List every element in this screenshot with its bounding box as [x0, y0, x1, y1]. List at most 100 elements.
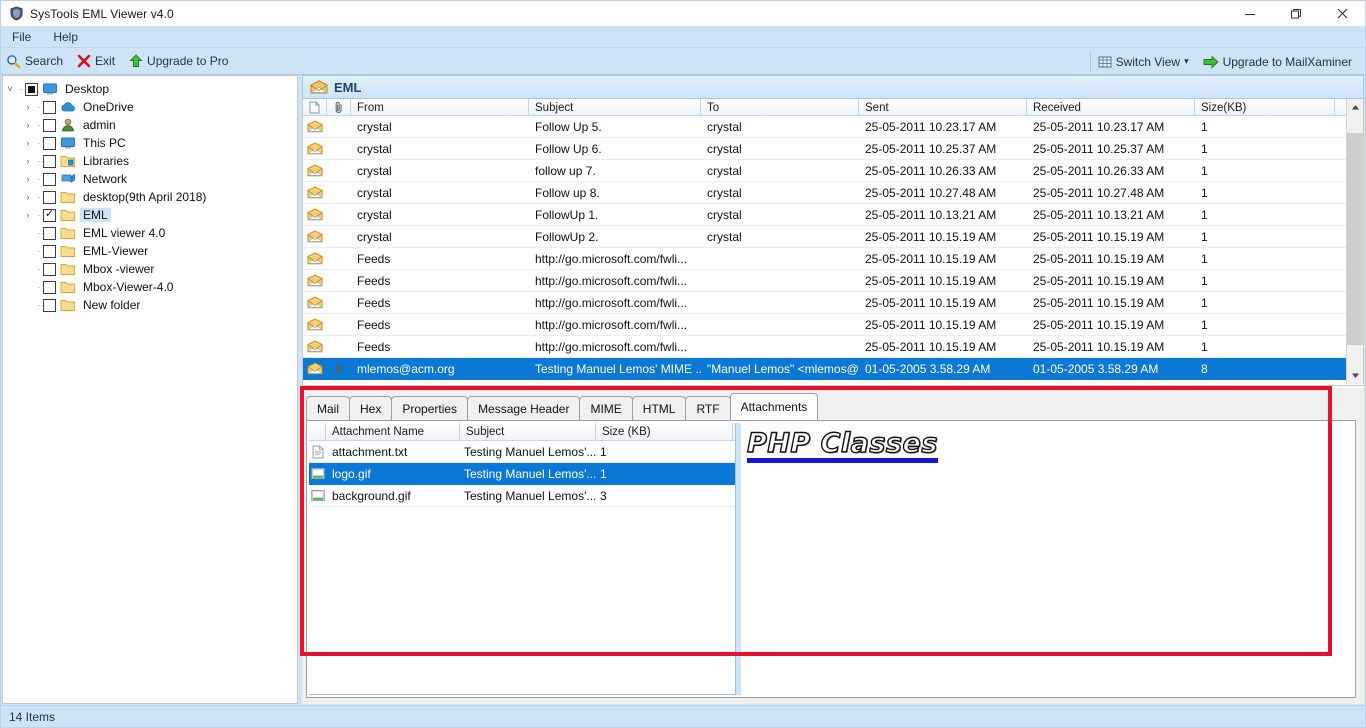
- attachment-column-header-size[interactable]: Size (KB): [596, 423, 733, 440]
- message-list[interactable]: From Subject To Sent Received Size(KB) c…: [302, 99, 1364, 386]
- checkbox-partial[interactable]: [25, 82, 38, 96]
- message-row[interactable]: crystal Follow Up 6. crystal 25-05-2011 10.…: [303, 138, 1363, 160]
- message-row[interactable]: Feeds http://go.microsoft.com/fwli... 25-0…: [303, 270, 1363, 292]
- sidebar-item-eml-viewer-4-0[interactable]: · EML viewer 4.0: [3, 224, 297, 242]
- envelope-icon: [303, 340, 327, 353]
- column-header-subject[interactable]: Subject: [529, 99, 701, 115]
- checkbox-unchecked[interactable]: [43, 226, 56, 240]
- expander-icon[interactable]: ›: [21, 135, 35, 151]
- tree-connector: ·: [37, 264, 41, 274]
- expander-icon[interactable]: ›: [21, 171, 35, 187]
- expander-icon[interactable]: ›: [21, 207, 35, 223]
- message-row[interactable]: crystal Follow Up 5. crystal 25-05-2011 10.…: [303, 116, 1363, 138]
- checkbox-unchecked[interactable]: [43, 280, 56, 294]
- checkbox-unchecked[interactable]: [43, 262, 56, 276]
- tab-label: HTML: [642, 401, 676, 416]
- message-row[interactable]: Feeds http://go.microsoft.com/fwli... 25-0…: [303, 314, 1363, 336]
- column-header-received[interactable]: Received: [1027, 99, 1195, 115]
- message-cell-sent: 25-05-2011 10.25.37 AM: [865, 141, 997, 156]
- checkbox-unchecked[interactable]: [43, 154, 56, 168]
- attachment-column-header-subject[interactable]: Subject: [460, 423, 596, 440]
- expander-icon[interactable]: ›: [21, 189, 35, 205]
- attachment-list[interactable]: Attachment Name Subject Size (KB) attach…: [309, 423, 736, 695]
- message-row[interactable]: crystal FollowUp 2. crystal 25-05-2011 10.1…: [303, 226, 1363, 248]
- message-row[interactable]: mlemos@acm.org Testing Manuel Lemos' MIME…: [303, 358, 1363, 380]
- sidebar-item-eml-viewer[interactable]: · EML-Viewer: [3, 242, 297, 260]
- message-row[interactable]: Feeds http://go.microsoft.com/fwli... 25-0…: [303, 248, 1363, 270]
- attachment-cell-size: 1: [600, 466, 607, 481]
- maximize-button[interactable]: [1273, 1, 1319, 26]
- sidebar-item-admin[interactable]: › · admin: [3, 116, 297, 134]
- sidebar-item-mbox-viewer[interactable]: · Mbox -viewer: [3, 260, 297, 278]
- exit-button[interactable]: Exit: [72, 49, 124, 73]
- menu-item-help[interactable]: Help: [42, 28, 89, 46]
- expander-icon[interactable]: ›: [21, 153, 35, 169]
- checkbox-unchecked[interactable]: [43, 190, 56, 204]
- sidebar-item-eml[interactable]: › · ✓ EML: [3, 206, 297, 224]
- sidebar-item-label: Mbox -viewer: [83, 262, 155, 276]
- checkbox-unchecked[interactable]: [43, 298, 56, 312]
- green-right-arrow-icon: [1203, 54, 1219, 69]
- checkbox-unchecked[interactable]: [43, 100, 56, 114]
- upgrade-to-pro-button[interactable]: Upgrade to Pro: [124, 49, 237, 73]
- attachment-row[interactable]: background.gif Testing Manuel Lemos'... 3: [309, 485, 735, 507]
- column-header-to[interactable]: To: [701, 99, 859, 115]
- expander-icon[interactable]: ›: [21, 117, 35, 133]
- attachment-row[interactable]: attachment.txt Testing Manuel Lemos'... 1: [309, 441, 735, 463]
- sidebar-item-network[interactable]: › · Network: [3, 170, 297, 188]
- message-list-scrollbar[interactable]: [1346, 99, 1363, 384]
- checkbox-unchecked[interactable]: [43, 136, 56, 150]
- column-header-size[interactable]: Size(KB): [1195, 99, 1335, 115]
- minimize-button[interactable]: [1227, 1, 1273, 26]
- checkbox-unchecked[interactable]: [43, 244, 56, 258]
- envelope-icon: [303, 164, 327, 177]
- sidebar-item-desktop-9th-april-2018[interactable]: › · desktop(9th April 2018): [3, 188, 297, 206]
- chevron-down-icon[interactable]: ▾: [1184, 56, 1189, 67]
- scroll-up-icon[interactable]: [1347, 99, 1363, 116]
- sidebar-item-onedrive[interactable]: › · OneDrive: [3, 98, 297, 116]
- message-row[interactable]: Feeds http://go.microsoft.com/fwli... 25-0…: [303, 336, 1363, 358]
- envelope-icon: [303, 120, 327, 133]
- message-row[interactable]: Feeds http://go.microsoft.com/fwli... 25-0…: [303, 292, 1363, 314]
- sidebar-item-new-folder[interactable]: · New folder: [3, 296, 297, 314]
- scrollbar-thumb[interactable]: [1347, 133, 1363, 345]
- column-header-sent[interactable]: Sent: [859, 99, 1027, 115]
- close-button[interactable]: [1319, 1, 1365, 26]
- scroll-down-icon[interactable]: [1347, 367, 1363, 384]
- column-header-from[interactable]: From: [351, 99, 529, 115]
- upgrade-to-mailxaminer-button[interactable]: Upgrade to MailXaminer: [1198, 50, 1361, 74]
- checkbox-unchecked[interactable]: [43, 172, 56, 186]
- checkbox-unchecked[interactable]: [43, 118, 56, 132]
- switch-view-button[interactable]: Switch View ▾: [1093, 50, 1198, 74]
- tab-hex[interactable]: Hex: [349, 396, 393, 420]
- message-cell-subject: http://go.microsoft.com/fwli...: [535, 317, 688, 332]
- tab-message-header[interactable]: Message Header: [467, 396, 581, 420]
- expander-icon[interactable]: ›: [21, 99, 35, 115]
- tab-properties[interactable]: Properties: [391, 396, 469, 420]
- column-header-icon[interactable]: [303, 99, 327, 115]
- sidebar-item-libraries[interactable]: › · Libraries: [3, 152, 297, 170]
- message-row[interactable]: crystal follow up 7. crystal 25-05-2011 10.…: [303, 160, 1363, 182]
- expander-icon[interactable]: ˅: [3, 81, 17, 97]
- tree-connector: ·: [37, 300, 41, 310]
- column-header-attachment[interactable]: [327, 99, 351, 115]
- tab-rtf[interactable]: RTF: [685, 396, 731, 420]
- message-row[interactable]: crystal Follow up 8. crystal 25-05-2011 10.…: [303, 182, 1363, 204]
- tab-mail[interactable]: Mail: [306, 396, 351, 420]
- message-row[interactable]: crystal FollowUp 1. crystal 25-05-2011 10.1…: [303, 204, 1363, 226]
- menu-item-file[interactable]: File: [1, 28, 42, 46]
- attachment-column-header-name[interactable]: Attachment Name: [326, 423, 460, 440]
- tab-html[interactable]: HTML: [631, 396, 687, 420]
- message-cell-from: crystal: [357, 163, 392, 178]
- tab-mime[interactable]: MIME: [579, 396, 633, 420]
- tab-attachments[interactable]: Attachments: [729, 393, 819, 420]
- sidebar-item-desktop[interactable]: ˅ · Desktop: [3, 80, 297, 98]
- checkbox-checked[interactable]: ✓: [43, 208, 56, 222]
- sidebar-item-this-pc[interactable]: › · This PC: [3, 134, 297, 152]
- folder-tree-panel[interactable]: ˅ · Desktop › · OneDrive › · admin › · This PC › · Lib…: [2, 75, 298, 704]
- sidebar-item-mbox-viewer-4-0[interactable]: · Mbox-Viewer-4.0: [3, 278, 297, 296]
- attachment-list-body: attachment.txt Testing Manuel Lemos'... 1 l…: [309, 441, 735, 507]
- search-button[interactable]: Search: [1, 49, 72, 73]
- toolbar-separator: [1089, 51, 1091, 72]
- attachment-row[interactable]: logo.gif Testing Manuel Lemos'... 1: [309, 463, 735, 485]
